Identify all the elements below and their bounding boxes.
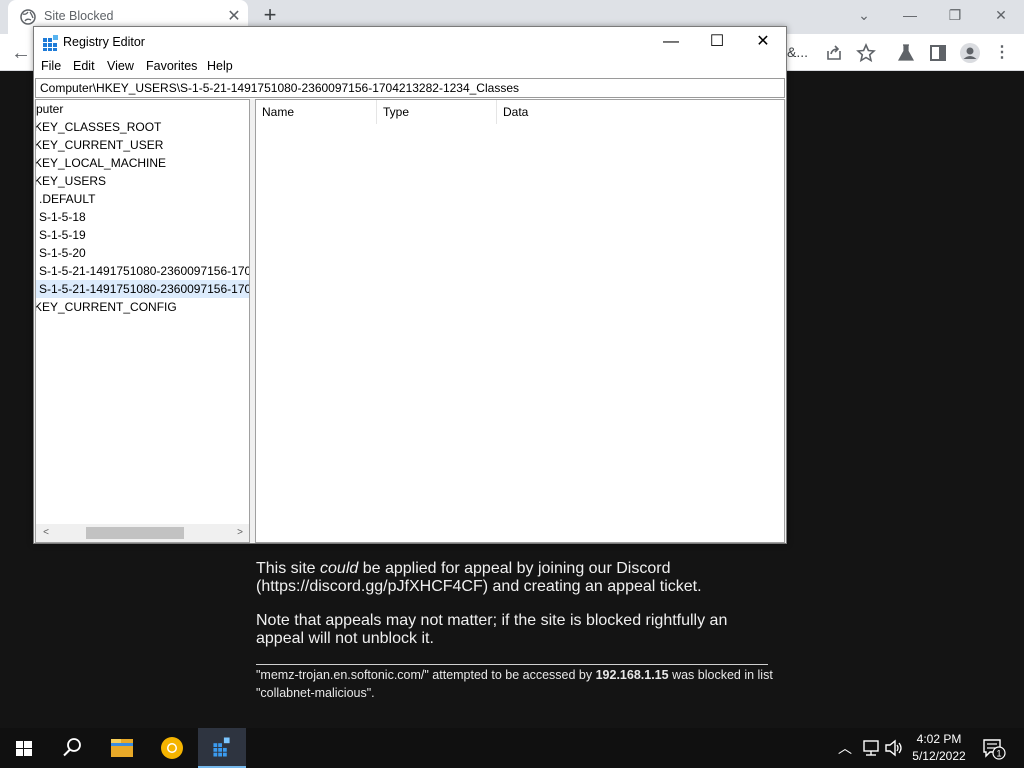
registry-editor-icon (43, 35, 58, 51)
notification-count: 1 (996, 749, 1001, 759)
tree-item-hkey-current-config[interactable]: KEY_CURRENT_CONFIG (36, 298, 177, 316)
new-tab-button[interactable]: + (258, 2, 282, 28)
tree-item-user-sid[interactable]: S-1-5-21-1491751080-2360097156-17042 (39, 262, 249, 280)
taskbar: ︿ 4:02 PM 5/12/2022 1 (0, 728, 1024, 768)
side-panel-icon[interactable] (927, 42, 949, 64)
search-icon[interactable] (48, 728, 96, 768)
chrome-icon[interactable] (148, 728, 196, 768)
tree-item-s-1-5-18[interactable]: S-1-5-18 (39, 208, 86, 226)
browser-minimize-button[interactable]: — (896, 4, 924, 26)
tree-item-hkey-current-user[interactable]: KEY_CURRENT_USER (36, 136, 163, 154)
browser-restore-button[interactable]: ❐ (941, 4, 969, 26)
omnibox-text[interactable]: &... (787, 44, 808, 60)
registry-address-text: Computer\HKEY_USERS\S-1-5-21-1491751080-… (40, 81, 519, 95)
volume-icon[interactable] (884, 739, 904, 757)
show-hidden-icons-chevron-icon[interactable]: ︿ (838, 738, 852, 758)
tree-horizontal-scrollbar[interactable]: < > (36, 524, 249, 542)
blocked-message: "memz-trojan.en.softonic.com/" attempted… (256, 666, 776, 702)
tab-title: Site Blocked (44, 9, 114, 23)
browser-close-button[interactable]: ✕ (987, 4, 1015, 26)
labs-flask-icon[interactable] (895, 42, 917, 64)
bookmark-star-icon[interactable] (855, 42, 877, 64)
globe-icon (20, 9, 36, 25)
column-header-name[interactable]: Name (256, 100, 377, 124)
registry-maximize-button[interactable]: ☐ (694, 27, 740, 57)
tree-item-hkey-classes-root[interactable]: KEY_CLASSES_ROOT (36, 118, 161, 136)
tab-search-icon[interactable]: ⌄ (850, 4, 878, 26)
registry-title-bar[interactable]: Registry Editor — ☐ ✕ (34, 27, 786, 57)
share-icon[interactable] (823, 42, 845, 64)
registry-editor-taskbar-icon[interactable] (198, 728, 246, 768)
registry-minimize-button[interactable]: — (648, 27, 694, 57)
blocked-ip: 192.168.1.15 (595, 668, 669, 682)
tree-item-s-1-5-20[interactable]: S-1-5-20 (39, 244, 86, 262)
registry-editor-window: Registry Editor — ☐ ✕ File Edit View Fav… (33, 26, 787, 544)
profile-avatar-icon[interactable] (959, 42, 981, 64)
registry-body: puter KEY_CLASSES_ROOT KEY_CURRENT_USER … (34, 99, 786, 543)
notification-center-icon[interactable]: 1 (982, 738, 1006, 760)
menu-file[interactable]: File (41, 59, 61, 73)
divider (256, 664, 768, 665)
tree-item-s-1-5-19[interactable]: S-1-5-19 (39, 226, 86, 244)
system-clock[interactable]: 4:02 PM 5/12/2022 (908, 731, 970, 765)
registry-values-list[interactable]: Name Type Data (255, 99, 785, 543)
tab-close-icon[interactable]: ✕ (224, 6, 244, 26)
tree-item-computer[interactable]: puter (36, 100, 63, 118)
registry-address-bar[interactable]: Computer\HKEY_USERS\S-1-5-21-1491751080-… (35, 78, 785, 98)
windows-start-icon[interactable] (0, 728, 48, 768)
registry-menu-bar: File Edit View Favorites Help (34, 57, 786, 77)
back-arrow-icon[interactable]: ← (10, 42, 32, 64)
tree-item-hkey-users[interactable]: KEY_USERS (36, 172, 106, 190)
scroll-left-arrow-icon[interactable]: < (38, 525, 54, 541)
appeal-text-1: This site (256, 560, 321, 577)
menu-kebab-icon[interactable]: ⋮ (991, 42, 1013, 64)
registry-close-button[interactable]: ✕ (740, 27, 786, 57)
appeal-text-emphasis: could (320, 560, 359, 577)
blocked-text-1: "memz-trojan.en.softonic.com/" attempted… (256, 668, 596, 682)
appeal-paragraph: This site could be applied for appeal by… (256, 560, 776, 596)
menu-favorites[interactable]: Favorites (146, 59, 197, 73)
menu-view[interactable]: View (107, 59, 134, 73)
note-paragraph: Note that appeals may not matter; if the… (256, 612, 728, 647)
registry-tree[interactable]: puter KEY_CLASSES_ROOT KEY_CURRENT_USER … (35, 99, 250, 543)
tree-item-hkey-local-machine[interactable]: KEY_LOCAL_MACHINE (36, 154, 166, 172)
scroll-right-arrow-icon[interactable]: > (232, 525, 248, 541)
clock-date: 5/12/2022 (912, 749, 966, 763)
registry-title: Registry Editor (63, 35, 145, 49)
column-header-type[interactable]: Type (377, 100, 497, 124)
menu-help[interactable]: Help (207, 59, 233, 73)
file-explorer-icon[interactable] (98, 728, 146, 768)
scroll-thumb[interactable] (86, 527, 184, 539)
tree-item-default[interactable]: .DEFAULT (39, 190, 95, 208)
tree-item-user-classes-selected[interactable]: S-1-5-21-1491751080-2360097156-17042 (36, 280, 249, 298)
clock-time: 4:02 PM (916, 732, 962, 746)
menu-edit[interactable]: Edit (73, 59, 95, 73)
column-header-data[interactable]: Data (497, 100, 784, 124)
network-icon[interactable] (861, 739, 881, 757)
